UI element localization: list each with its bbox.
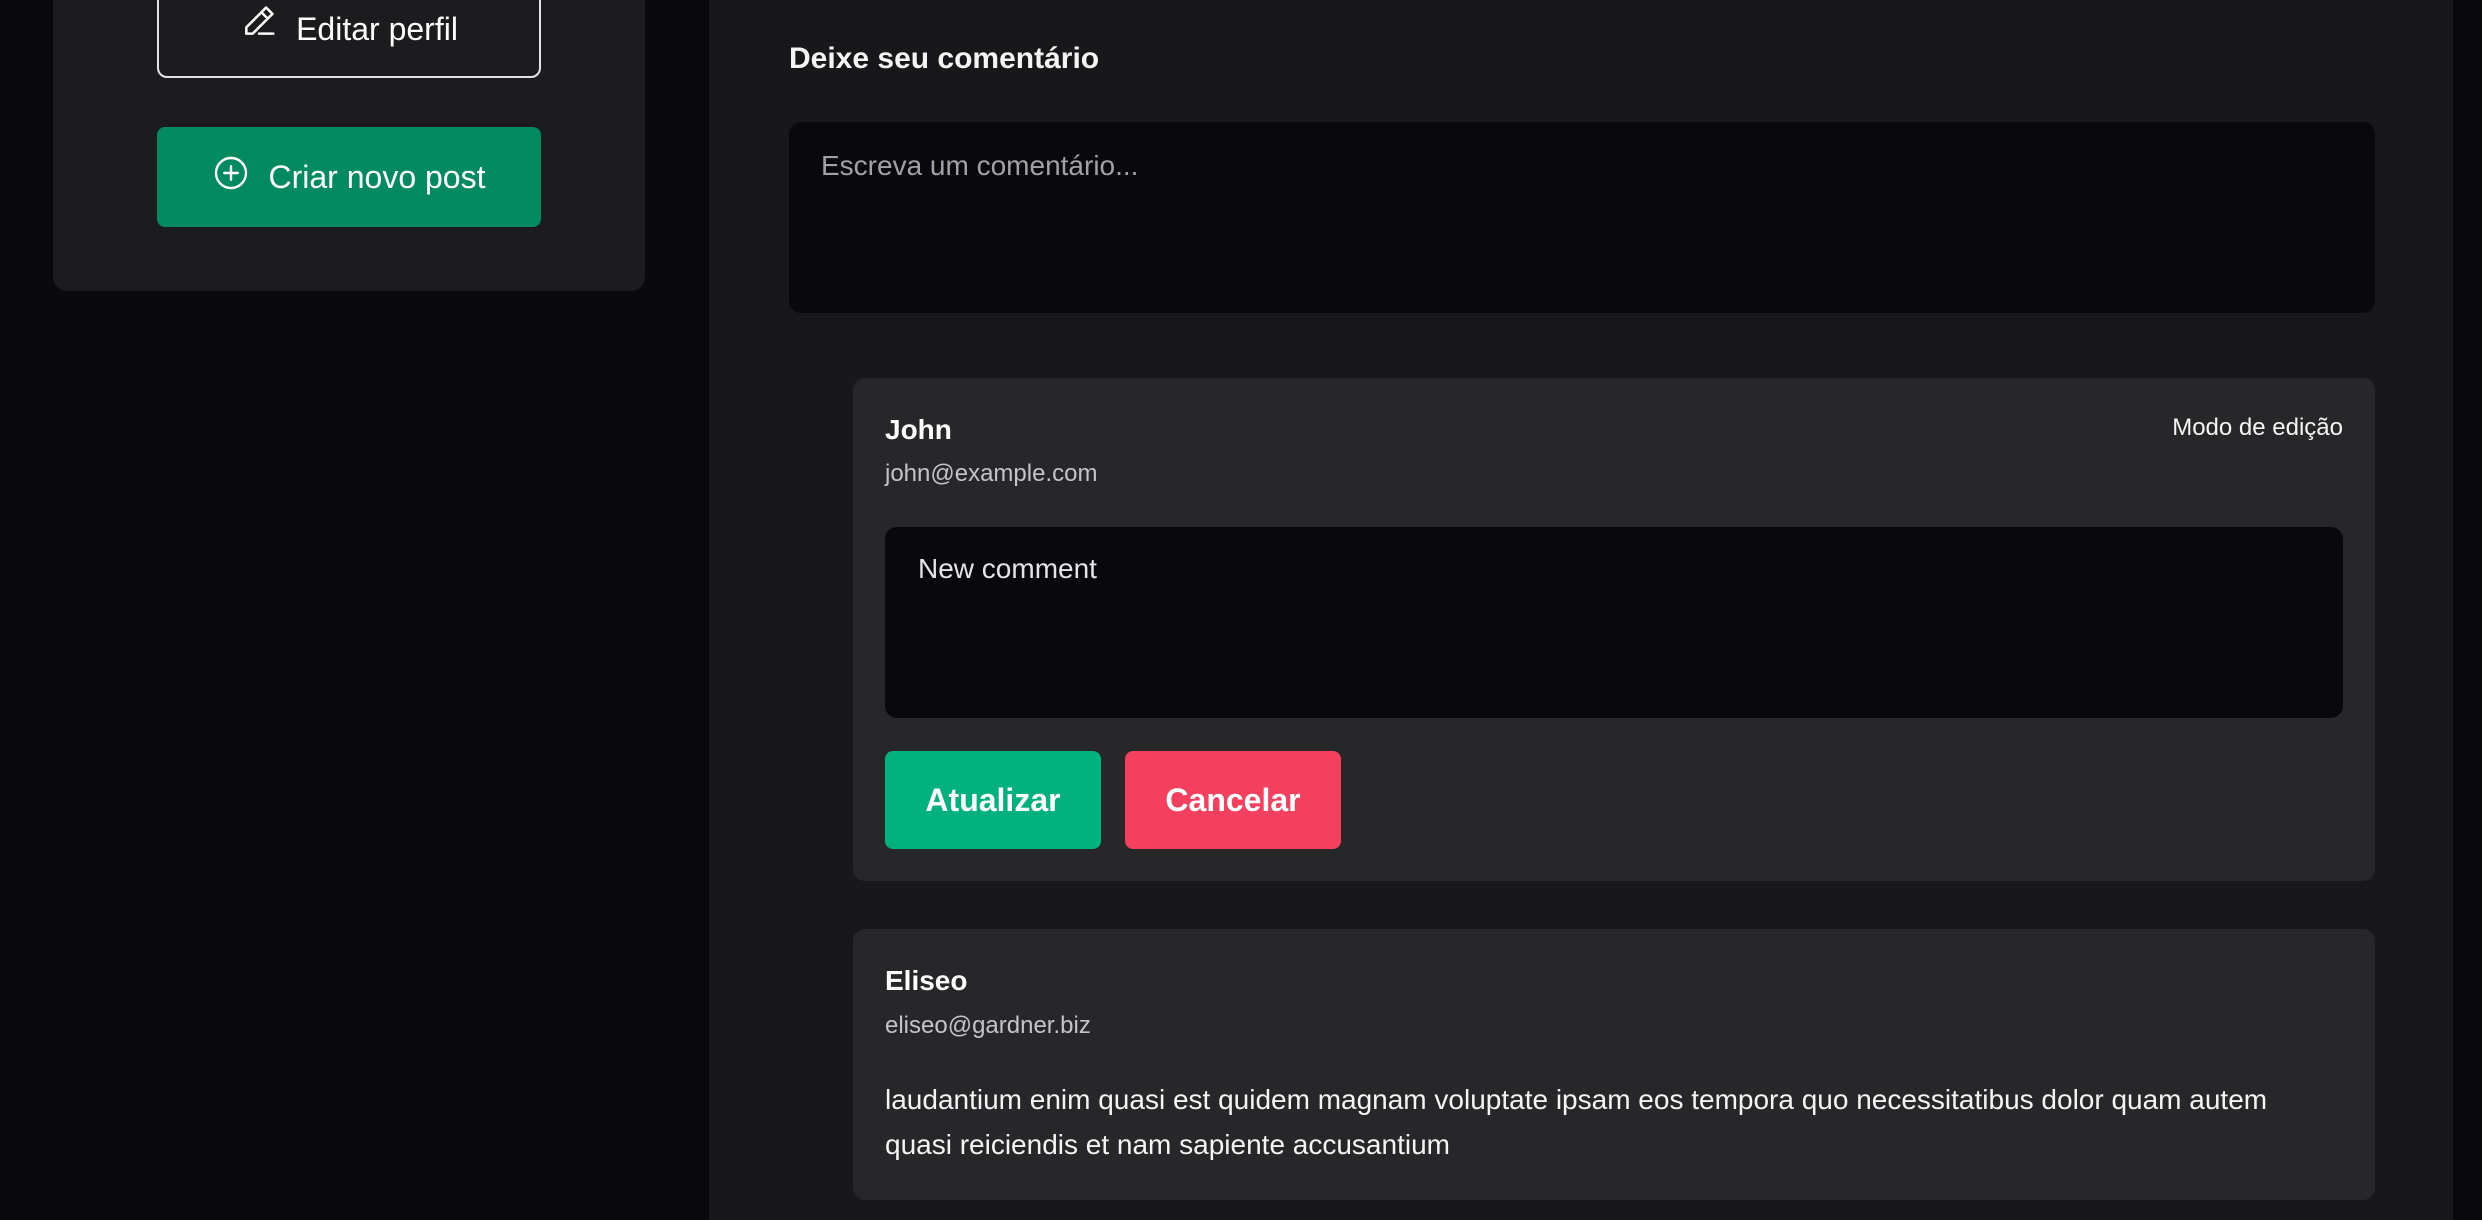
pencil-icon <box>240 2 278 48</box>
comment-author-email: eliseo@gardner.biz <box>885 1012 1091 1039</box>
comment-author: John <box>885 414 952 445</box>
cancel-edit-button[interactable]: Cancelar <box>1125 751 1341 849</box>
comment-author-email: john@example.com <box>885 460 1098 487</box>
comment-card-editing: John john@example.com Modo de edição New… <box>853 378 2375 881</box>
comments-section-title: Deixe seu comentário <box>789 42 1100 75</box>
create-post-label: Criar novo post <box>268 158 486 195</box>
page: Editar perfil Criar novo post Deixe seu … <box>0 0 2482 1220</box>
create-post-button[interactable]: Criar novo post <box>157 127 541 227</box>
update-comment-button[interactable]: Atualizar <box>885 751 1101 849</box>
comment-body: laudantium enim quasi est quidem magnam … <box>885 1084 2268 1160</box>
plus-circle-icon <box>213 155 249 199</box>
new-comment-input[interactable]: Escreva um comentário... <box>789 122 2375 313</box>
edit-comment-textarea[interactable]: New comment <box>885 527 2343 718</box>
edit-profile-button[interactable]: Editar perfil <box>157 0 541 78</box>
comment-card: Eliseo eliseo@gardner.biz laudantium eni… <box>853 929 2375 1200</box>
edit-profile-label: Editar perfil <box>296 11 458 47</box>
comment-author: Eliseo <box>885 965 968 996</box>
edit-mode-label: Modo de edição <box>2172 414 2343 441</box>
